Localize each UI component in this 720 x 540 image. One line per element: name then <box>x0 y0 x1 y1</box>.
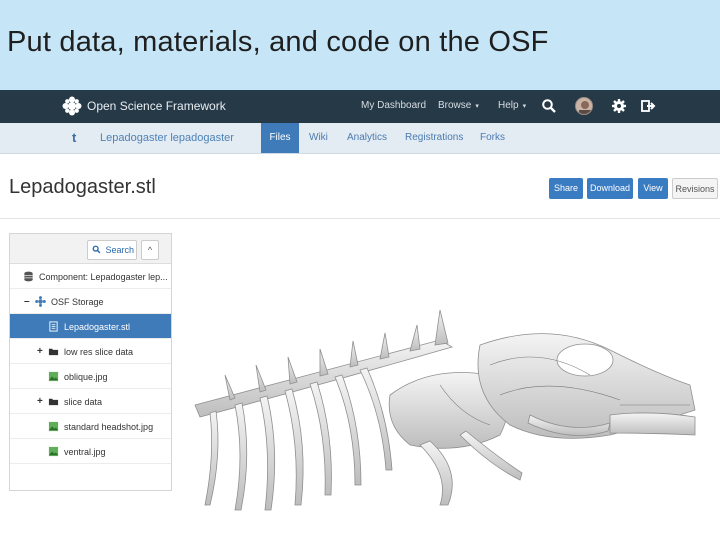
tree-row-label: Component: Lepadogaster lep... <box>39 272 168 282</box>
project-subnav: t Lepadogaster lepadogaster Files Wiki A… <box>0 123 720 154</box>
nav-browse[interactable]: Browse ▾ <box>438 100 479 111</box>
slide-title: Put data, materials, and code on the OSF <box>7 26 549 58</box>
gear-icon[interactable] <box>611 98 627 114</box>
tree-row-slice-data[interactable]: + slice data <box>10 389 171 414</box>
chevron-down-icon: ▾ <box>522 103 527 110</box>
tree-row-low-res-slice-data[interactable]: + low res slice data <box>10 339 171 364</box>
skeleton-3d-render[interactable] <box>190 305 700 515</box>
tree-search-button[interactable]: Search <box>87 240 137 260</box>
parent-project-icon[interactable]: t <box>72 130 76 145</box>
share-button[interactable]: Share <box>549 178 583 199</box>
folder-icon <box>48 348 59 356</box>
tab-wiki[interactable]: Wiki <box>309 123 328 153</box>
tree-row-label: oblique.jpg <box>64 372 108 382</box>
tree-row-label: ventral.jpg <box>64 447 106 457</box>
image-icon <box>48 446 59 457</box>
revisions-button[interactable]: Revisions <box>672 178 718 199</box>
tree-row-label: OSF Storage <box>51 297 104 307</box>
tree-row-component[interactable]: Component: Lepadogaster lep... <box>10 264 171 289</box>
file-title: Lepadogaster.stl <box>9 176 156 198</box>
download-button[interactable]: Download <box>587 178 633 199</box>
avatar[interactable] <box>575 97 593 115</box>
tree-row-ventral-jpg[interactable]: ventral.jpg <box>10 439 171 464</box>
nav-help[interactable]: Help ▾ <box>498 100 526 111</box>
file-tree: Search ^ Component: Lepadogaster lep... … <box>9 233 172 491</box>
search-icon <box>92 245 101 254</box>
brand-name[interactable]: Open Science Framework <box>87 99 226 113</box>
tree-row-standard-headshot-jpg[interactable]: standard headshot.jpg <box>10 414 171 439</box>
project-title-link[interactable]: Lepadogaster lepadogaster <box>100 132 234 144</box>
storage-icon <box>35 296 46 307</box>
divider <box>0 218 720 219</box>
logout-icon[interactable] <box>640 98 656 114</box>
expand-toggle-icon[interactable]: + <box>37 396 43 407</box>
database-icon <box>24 271 33 282</box>
osf-logo-icon[interactable] <box>62 96 82 116</box>
view-button[interactable]: View <box>638 178 668 199</box>
tree-row-label: low res slice data <box>64 347 134 357</box>
tab-files[interactable]: Files <box>261 123 299 153</box>
collapse-toggle-icon[interactable]: – <box>24 296 30 307</box>
expand-toggle-icon[interactable]: + <box>37 346 43 357</box>
tree-row-label: standard headshot.jpg <box>64 422 154 432</box>
tree-row-oblique-jpg[interactable]: oblique.jpg <box>10 364 171 389</box>
tree-row-label: Lepadogaster.stl <box>64 322 131 332</box>
tree-row-osf-storage[interactable]: – OSF Storage <box>10 289 171 314</box>
tree-row-lepadogaster-stl[interactable]: Lepadogaster.stl <box>10 314 171 339</box>
search-icon[interactable] <box>541 98 557 114</box>
tree-search-label: Search <box>105 245 135 255</box>
chevron-down-icon: ▾ <box>475 103 479 110</box>
folder-icon <box>48 398 59 406</box>
slide-header: Put data, materials, and code on the OSF <box>0 0 720 90</box>
nav-help-label: Help <box>498 100 519 111</box>
image-icon <box>48 421 59 432</box>
image-icon <box>48 371 59 382</box>
tab-forks[interactable]: Forks <box>480 123 505 153</box>
tree-row-label: slice data <box>64 397 103 407</box>
file-icon <box>49 321 58 332</box>
tab-registrations[interactable]: Registrations <box>405 123 463 153</box>
nav-browse-label: Browse <box>438 100 472 111</box>
collapse-button[interactable]: ^ <box>141 240 159 260</box>
tab-analytics[interactable]: Analytics <box>347 123 387 153</box>
nav-my-dashboard[interactable]: My Dashboard <box>361 100 426 111</box>
top-navbar: Open Science Framework My Dashboard Brow… <box>0 90 720 123</box>
tree-toolbar: Search ^ <box>10 234 171 264</box>
